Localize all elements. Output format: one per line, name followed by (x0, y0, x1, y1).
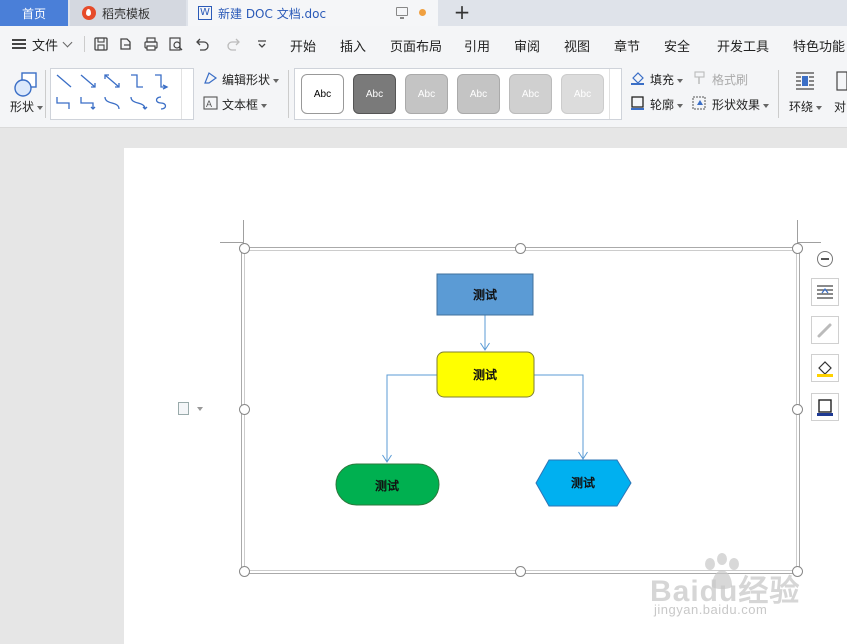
resize-handle-left[interactable] (239, 404, 250, 415)
node-label: 测试 (375, 478, 399, 493)
resize-handle-top-right[interactable] (792, 243, 803, 254)
layout-options-icon (817, 285, 833, 299)
connector-line[interactable] (534, 374, 584, 458)
flowchart: 测试 测试 测试 测试 (335, 273, 632, 507)
resize-handle-right[interactable] (792, 404, 803, 415)
flowchart-node-preparation[interactable]: 测试 (535, 459, 632, 507)
node-label: 测试 (571, 475, 595, 490)
connector-line[interactable] (386, 374, 437, 461)
node-label: 测试 (473, 287, 497, 302)
resize-handle-bottom-left[interactable] (239, 566, 250, 577)
shape-style-tool-button[interactable] (811, 316, 839, 344)
outline-tool-button[interactable] (811, 393, 839, 421)
outline-icon (817, 399, 833, 416)
resize-handle-bottom[interactable] (515, 566, 526, 577)
node-label: 测试 (473, 367, 497, 382)
flowchart-node-decision[interactable]: 测试 (436, 351, 535, 398)
layout-options-button[interactable] (811, 278, 839, 306)
brush-icon (817, 323, 832, 338)
collapse-icon[interactable] (817, 251, 833, 267)
watermark-url: jingyan.baidu.com (654, 602, 768, 617)
flowchart-node-terminator[interactable]: 测试 (335, 463, 440, 506)
flowchart-node-process[interactable]: 测试 (436, 273, 534, 316)
resize-handle-top[interactable] (515, 243, 526, 254)
resize-handle-top-left[interactable] (239, 243, 250, 254)
fill-tool-button[interactable] (811, 354, 839, 382)
fill-bucket-icon (817, 361, 833, 377)
